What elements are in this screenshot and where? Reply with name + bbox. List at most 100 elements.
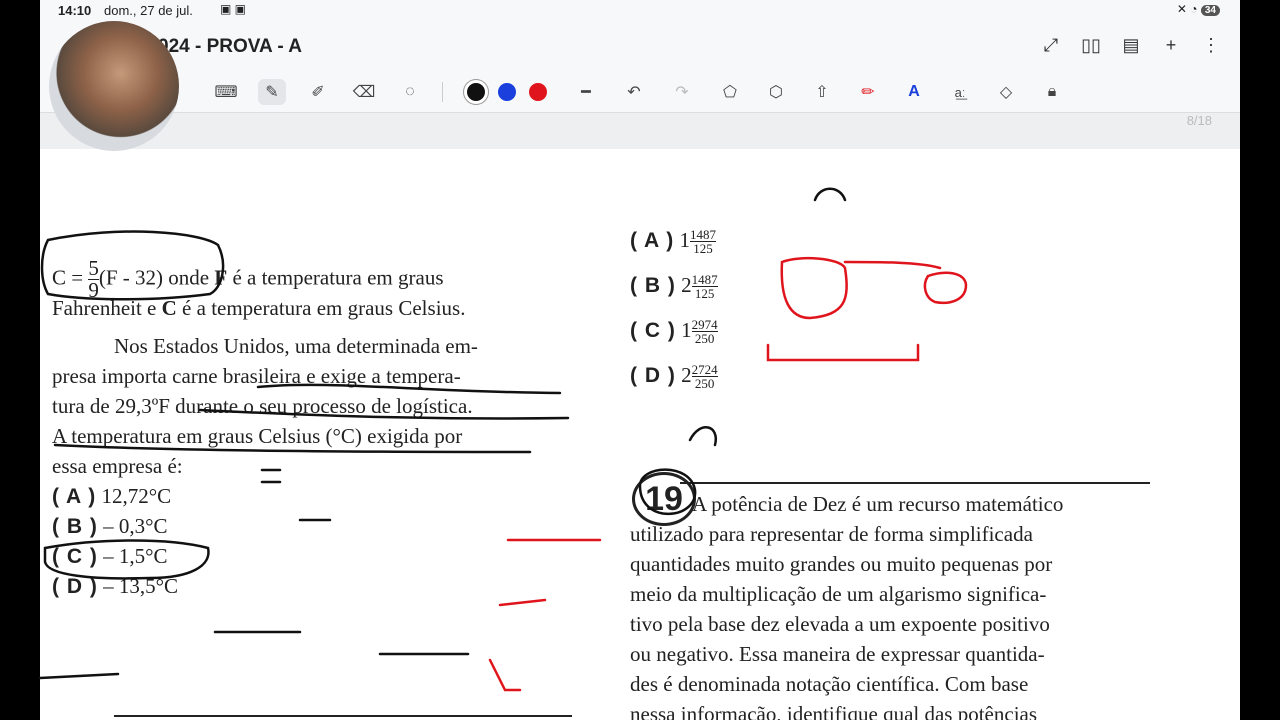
option-letter: ( B ) (52, 515, 98, 538)
q17-option-c[interactable]: ( C ) 1 2974 250 (630, 318, 718, 345)
document-title: 024 - PROVA - A (158, 36, 302, 57)
book-view-icon[interactable]: ▯▯ (1080, 32, 1102, 58)
q19-line8: nessa informação, identifique qual das p… (630, 702, 1038, 720)
exponent-denominator: 250 (694, 331, 715, 346)
option-exponent: 2724 250 (691, 362, 718, 391)
q19-line2: utilizado para representar de forma simp… (630, 522, 1033, 546)
lock-icon[interactable]: 🔒︎ (1038, 79, 1066, 105)
q18-p2-line5: essa empresa é: (52, 454, 183, 478)
q17-option-d[interactable]: ( D ) 2 2724 250 (630, 363, 718, 390)
option-base: 2 (681, 273, 692, 297)
q19-number: 19 (632, 472, 696, 526)
q19-rule (680, 482, 1150, 484)
color-red-swatch[interactable] (529, 83, 547, 101)
q19-line3: quantidades muito grandes ou muito peque… (630, 552, 1053, 576)
q18-option-c[interactable]: ( C ) – 1,5°C (52, 544, 167, 569)
page-indicator: 8/18 (1186, 113, 1212, 128)
q19-line5: tivo pela base dez elevada a um expoente… (630, 612, 1050, 636)
q18-option-b[interactable]: ( B ) – 0,3°C (52, 514, 167, 539)
exponent-denominator: 125 (694, 286, 715, 301)
add-page-icon[interactable]: + (1160, 32, 1182, 58)
q18-text: é a temperatura em graus (232, 265, 444, 290)
exponent-numerator: 2724 (691, 362, 718, 377)
q18-line2: Fahrenheit e C é a temperatura em graus … (52, 293, 572, 323)
more-menu-icon[interactable]: ⋮ (1200, 32, 1222, 58)
toolbar-divider (442, 82, 443, 102)
line-width-icon[interactable]: ━ (572, 79, 600, 105)
q18-text: Fahrenheit e (52, 296, 157, 320)
text-icon[interactable]: A (900, 79, 928, 105)
q18-option-d[interactable]: ( D ) – 13,5°C (52, 574, 178, 599)
wifi-icon: ◔ (1190, 2, 1198, 16)
option-letter: ( C ) (52, 545, 98, 568)
q18-p2-line1: Nos Estados Unidos, uma determinada em- (114, 334, 478, 358)
title-bar: 024 - PROVA - A ⤢ ▯▯ ▤ + ⋮ (40, 22, 1240, 72)
expand-icon[interactable]: ⤢ (1040, 32, 1062, 58)
shape-alt-icon[interactable]: ⬡ (762, 79, 790, 105)
highlighter-icon[interactable]: ✐ (304, 79, 332, 105)
undo-icon[interactable]: ↶ (620, 79, 648, 105)
q18-p2-line3: tura de 29,3ºF durante o seu processo de… (52, 394, 473, 418)
eraser-icon[interactable]: ⌫ (350, 79, 378, 105)
marker-icon[interactable]: ✏ (854, 79, 882, 105)
color-black-swatch[interactable] (467, 83, 485, 101)
fraction-numerator: 5 (88, 256, 99, 280)
lasso-icon[interactable]: ◌ (396, 79, 424, 105)
q18-text: é a temperatura em graus Celsius. (182, 296, 466, 320)
exponent-numerator: 2974 (691, 317, 718, 332)
exponent-numerator: 1487 (690, 227, 717, 242)
status-time: 14:10 (58, 3, 92, 18)
webcam-overlay[interactable] (49, 21, 179, 151)
keyboard-icon[interactable]: ⌨ (212, 79, 240, 105)
q19-line7: des é denominada notação científica. Com… (630, 672, 1029, 696)
title-actions: ⤢ ▯▯ ▤ + ⋮ (1040, 32, 1222, 58)
bold-f: F (214, 265, 228, 290)
option-exponent: 1487 125 (690, 227, 717, 256)
option-text: 12,72°C (101, 484, 172, 508)
option-letter: ( C ) (630, 319, 676, 342)
formula-prefix: C = (52, 265, 84, 290)
option-text: – 0,3°C (103, 514, 168, 538)
page-gap: 8/18 (40, 113, 1240, 149)
status-bar: 14:10 dom., 27 de jul. ▣ ▣ ✕ ◔ 34 (40, 0, 1240, 22)
q17-option-b[interactable]: ( B ) 2 1487 125 (630, 273, 718, 300)
option-letter: ( D ) (52, 575, 98, 598)
option-letter: ( B ) (630, 274, 676, 297)
exponent-denominator: 125 (693, 241, 713, 256)
status-date: dom., 27 de jul. (104, 3, 193, 18)
option-letter: ( A ) (52, 485, 97, 508)
q18-p2-line4: A temperatura em graus Celsius (°C) exig… (52, 424, 463, 448)
mute-icon: ✕ (1176, 2, 1187, 16)
formula-suffix: (F - 32) (98, 265, 164, 290)
arrow-shape-icon[interactable]: ⇧ (808, 79, 836, 105)
shapes-icon[interactable]: ◇ (992, 79, 1020, 105)
bottom-rule (114, 715, 572, 717)
q17-option-a[interactable]: ( A ) 1 1487 125 (630, 227, 717, 256)
option-base: 1 (681, 318, 692, 342)
exponent-numerator: 1487 (691, 272, 718, 287)
status-notification-icons: ▣ ▣ (220, 2, 247, 16)
q18-p2-line2: presa importa carne brasileira e exige a… (52, 364, 461, 388)
battery-icon: 34 (1200, 5, 1220, 16)
q18-option-a[interactable]: ( A ) 12,72°C (52, 484, 171, 509)
ocr-icon[interactable]: a͟ː (946, 79, 974, 105)
q19-line1: A potência de Dez é um recurso matemátic… (692, 492, 1064, 516)
q18-text: onde (168, 265, 210, 290)
outline-icon[interactable]: ▤ (1120, 32, 1142, 58)
exponent-denominator: 250 (694, 376, 715, 391)
pen-icon[interactable]: ✎ (258, 79, 286, 105)
option-text: – 1,5°C (103, 544, 168, 568)
shape-icon[interactable]: ⬠ (716, 79, 744, 105)
annotation-toolbar: ⌨ ✎ ✐ ⌫ ◌ ━ ↶ ↷ ⬠ ⬡ ⇧ ✏ A a͟ː ◇ 🔒︎ (40, 72, 1240, 113)
option-base: 2 (681, 363, 692, 387)
option-exponent: 1487 125 (691, 272, 718, 301)
option-exponent: 2974 250 (691, 317, 718, 346)
option-base: 1 (679, 228, 691, 252)
app-window: 14:10 dom., 27 de jul. ▣ ▣ ✕ ◔ 34 024 - … (40, 0, 1240, 720)
color-blue-swatch[interactable] (498, 83, 516, 101)
q19-line4: meio da multiplicação de um algarismo si… (630, 582, 1047, 606)
option-letter: ( A ) (630, 229, 675, 252)
option-text: – 13,5°C (103, 574, 178, 598)
redo-icon[interactable]: ↷ (668, 79, 696, 105)
status-right-icons: ✕ ◔ 34 (1177, 2, 1220, 16)
